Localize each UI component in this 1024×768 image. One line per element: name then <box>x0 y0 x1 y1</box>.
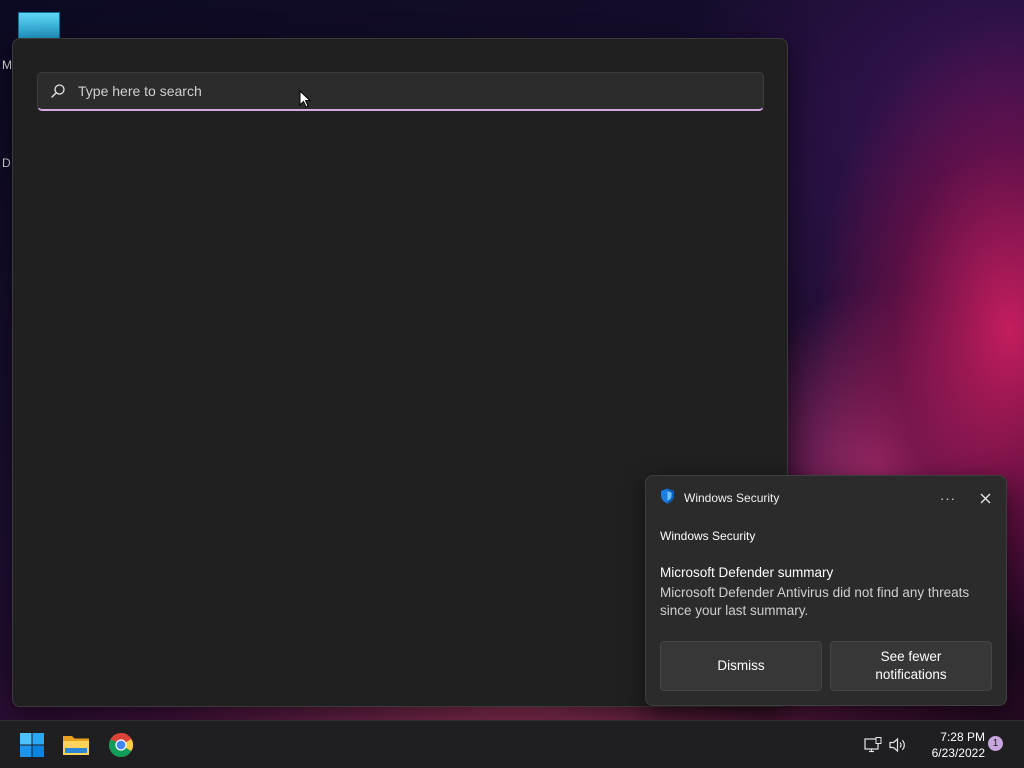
notification-count-badge[interactable]: 1 <box>988 736 1003 751</box>
clock-date: 6/23/2022 <box>931 746 985 760</box>
desktop-icon-label[interactable]: D <box>2 156 11 170</box>
toast-header: Windows Security ··· <box>660 488 992 509</box>
search-input[interactable] <box>78 73 763 109</box>
file-explorer-icon[interactable] <box>62 731 90 759</box>
more-options-icon[interactable]: ··· <box>940 492 956 505</box>
close-icon[interactable] <box>978 491 992 505</box>
windows-start-icon[interactable] <box>18 731 46 759</box>
toast-app-name: Windows Security <box>684 491 780 505</box>
toast-attribution: Windows Security <box>660 529 756 543</box>
security-notification-toast[interactable]: Windows Security ··· Windows Security Mi… <box>645 475 1007 706</box>
taskbar: 7:28 PM 6/23/2022 <box>0 720 1024 768</box>
desktop-icon-label[interactable]: M <box>2 58 12 72</box>
see-fewer-notifications-button[interactable]: See fewer notifications <box>830 641 992 691</box>
toast-body: Microsoft Defender Antivirus did not fin… <box>660 585 970 618</box>
shield-icon <box>660 488 675 509</box>
search-box[interactable] <box>37 72 764 111</box>
dismiss-button[interactable]: Dismiss <box>660 641 822 691</box>
network-icon[interactable] <box>864 736 882 754</box>
volume-icon[interactable] <box>889 736 907 754</box>
clock[interactable]: 7:28 PM 6/23/2022 <box>913 729 985 761</box>
clock-time: 7:28 PM <box>940 730 985 744</box>
search-icon <box>38 83 78 99</box>
toast-title: Microsoft Defender summary <box>660 565 834 580</box>
chrome-icon[interactable] <box>107 731 135 759</box>
